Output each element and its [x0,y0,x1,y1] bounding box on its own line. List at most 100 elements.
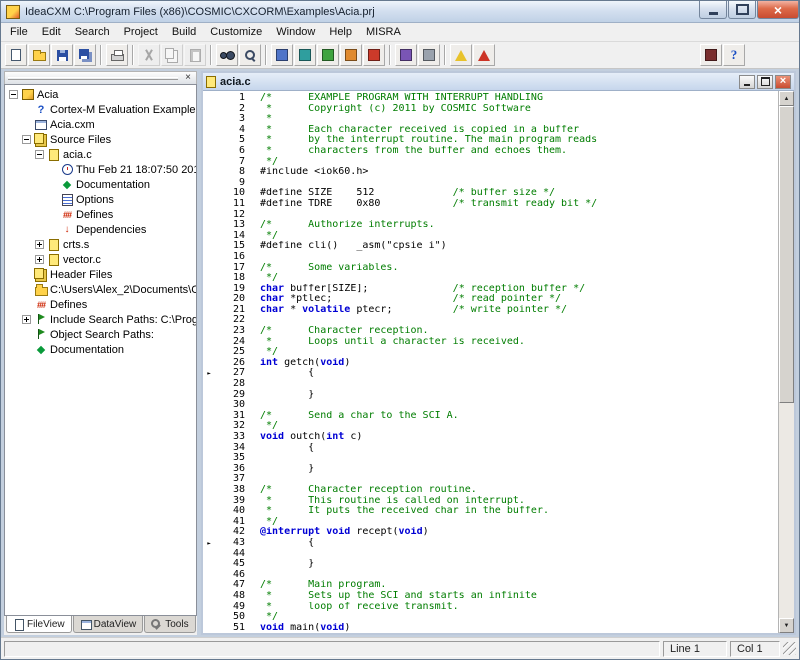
tree-item-include-search-paths-c-program-f[interactable]: Include Search Paths: C:\Program F [7,312,196,327]
code-line[interactable]: 11#define TDRE 0x80 /* transmit ready bi… [203,199,778,210]
code-line[interactable]: 37 [203,474,778,485]
save-file-button[interactable] [51,44,73,66]
tree-item-defines[interactable]: Defines [7,297,196,312]
debug-button[interactable] [395,44,417,66]
code-line[interactable]: 44 [203,549,778,560]
code-line[interactable]: 34 { [203,443,778,454]
tree-item-c-users-alex-2-documents-cosm[interactable]: C:\Users\Alex_2\Documents\COSM [7,282,196,297]
code-line[interactable]: 8#include <iok60.h> [203,167,778,178]
code-line[interactable]: 25 */ [203,347,778,358]
code-line[interactable]: 5 * by the interrupt routine. The main p… [203,135,778,146]
code-line[interactable]: 17/* Some variables. [203,263,778,274]
code-line[interactable]: 26int getch(void) [203,358,778,369]
code-line[interactable]: 48 * Sets up the SCI and starts an infin… [203,591,778,602]
menu-build[interactable]: Build [165,24,203,41]
tree-item-documentation[interactable]: Documentation [7,177,196,192]
scrollbar-track[interactable] [779,106,794,618]
code-line[interactable]: 7 */ [203,157,778,168]
code-line[interactable]: 23/* Character reception. [203,326,778,337]
find-button[interactable] [216,44,238,66]
code-line[interactable]: 24 * Loops until a character is received… [203,337,778,348]
tree-item-acia[interactable]: Acia [7,87,196,102]
code-line[interactable]: 12 [203,210,778,221]
tab-tools[interactable]: Tools [144,616,195,633]
scrollbar-thumb[interactable] [779,106,794,403]
code-line[interactable]: 45 } [203,559,778,570]
code-line[interactable]: 15#define cli() _asm("cpsie i") [203,241,778,252]
editor-title-bar[interactable]: acia.c [203,73,794,91]
expander-plus-icon[interactable] [35,240,44,249]
code-line[interactable]: 32 */ [203,421,778,432]
flash-programmer-button[interactable] [418,44,440,66]
errors-button[interactable] [473,44,495,66]
expander-plus-icon[interactable] [22,315,31,324]
tree-item-source-files[interactable]: Source Files [7,132,196,147]
code-line[interactable]: 2 * Copyright (c) 2011 by COSMIC Softwar… [203,104,778,115]
tree-item-header-files[interactable]: Header Files [7,267,196,282]
code-line[interactable]: 46 [203,570,778,581]
open-file-button[interactable] [28,44,50,66]
assemble-file-button[interactable] [294,44,316,66]
code-line[interactable]: 31/* Send a char to the SCI A. [203,411,778,422]
code-line[interactable]: 10#define SIZE 512 /* buffer size */ [203,188,778,199]
expander-minus-icon[interactable] [35,150,44,159]
minimize-button[interactable] [699,1,727,19]
rebuild-all-button[interactable] [340,44,362,66]
code-line[interactable]: 14 */ [203,231,778,242]
tree-item-acia-c[interactable]: acia.c [7,147,196,162]
code-line[interactable]: 3 * [203,114,778,125]
code-line[interactable]: 21char * volatile ptecr; /* write pointe… [203,305,778,316]
print-button[interactable] [106,44,128,66]
editor-vertical-scrollbar[interactable] [778,91,794,633]
tab-fileview[interactable]: FileView [6,616,72,633]
code-line[interactable]: 16 [203,252,778,263]
menu-search[interactable]: Search [68,24,117,41]
expander-minus-icon[interactable] [22,135,31,144]
code-line[interactable]: 20char *ptlec; /* read pointer */ [203,294,778,305]
menu-file[interactable]: File [3,24,35,41]
stop-build-button[interactable] [363,44,385,66]
code-line[interactable]: 9 [203,178,778,189]
code-line[interactable]: 29 } [203,390,778,401]
menu-misra[interactable]: MISRA [359,24,408,41]
code-line[interactable]: 39 * This routine is called on interrupt… [203,496,778,507]
panel-close-button[interactable]: × [182,73,194,84]
menu-customize[interactable]: Customize [203,24,269,41]
code-line[interactable]: 49 * loop of receive transmit. [203,602,778,613]
code-line[interactable]: 19char buffer[SIZE]; /* reception buffer… [203,284,778,295]
editor-restore-button[interactable] [757,75,773,89]
code-line[interactable]: 42@interrupt void recept(void) [203,527,778,538]
expander-minus-icon[interactable] [9,90,18,99]
help-button[interactable] [723,44,745,66]
code-line[interactable]: 13/* Authorize interrupts. [203,220,778,231]
tree-item-acia-cxm[interactable]: Acia.cxm [7,117,196,132]
menu-edit[interactable]: Edit [35,24,68,41]
editor-minimize-button[interactable] [739,75,755,89]
tree-item-object-search-paths[interactable]: Object Search Paths: [7,327,196,342]
compile-file-button[interactable] [271,44,293,66]
tab-dataview[interactable]: DataView [73,616,144,633]
cut-button[interactable] [138,44,160,66]
code-line[interactable]: 22 [203,315,778,326]
misra-check-button[interactable] [700,44,722,66]
code-line[interactable]: 1/* EXAMPLE PROGRAM WITH INTERRUPT HANDL… [203,93,778,104]
code-line[interactable]: 51void main(void) [203,623,778,633]
close-button[interactable] [757,1,799,19]
code-line[interactable]: 47/* Main program. [203,580,778,591]
tree-item-dependencies[interactable]: Dependencies [7,222,196,237]
code-line[interactable]: 36 } [203,464,778,475]
scroll-down-button[interactable] [779,618,794,633]
tree-item-options[interactable]: Options [7,192,196,207]
copy-button[interactable] [161,44,183,66]
new-file-button[interactable] [5,44,27,66]
code-area[interactable]: 1/* EXAMPLE PROGRAM WITH INTERRUPT HANDL… [203,91,778,633]
code-line[interactable]: 33void outch(int c) [203,432,778,443]
code-line[interactable]: 4 * Each character received is copied in… [203,125,778,136]
code-line[interactable]: 28 [203,379,778,390]
code-line[interactable]: 43 { [203,538,778,549]
menu-help[interactable]: Help [322,24,359,41]
tree-item-documentation[interactable]: Documentation [7,342,196,357]
code-line[interactable]: 40 * It puts the received char in the bu… [203,506,778,517]
tree-item-defines[interactable]: Defines [7,207,196,222]
expander-plus-icon[interactable] [35,255,44,264]
